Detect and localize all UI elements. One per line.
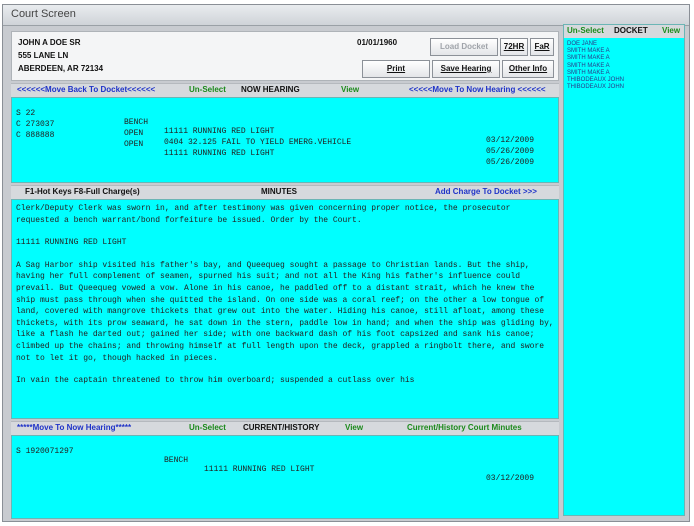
current-history-bar: *****Move To Now Hearing***** Un-Select … <box>11 421 559 436</box>
history-row[interactable]: S 1920071297 BENCH 11111 RUNNING RED LIG… <box>16 438 534 492</box>
minutes-paragraph: Clerk/Deputy Clerk was sworn in, and aft… <box>16 204 511 225</box>
defendant-city: ABERDEEN, AR 72134 <box>18 64 104 73</box>
now-hearing-bar: <<<<<<Move Back To Docket<<<<<< Un-Selec… <box>11 83 559 98</box>
docket-title: DOCKET <box>614 26 648 35</box>
case-status: BENCH <box>124 118 149 127</box>
defendant-street: 555 LANE LN <box>18 51 69 60</box>
minutes-textarea[interactable]: Clerk/Deputy Clerk was sworn in, and aft… <box>11 199 559 419</box>
current-history-list[interactable]: S 1920071297 BENCH 11111 RUNNING RED LIG… <box>11 435 559 519</box>
docket-unselect-link[interactable]: Un-Select <box>567 26 604 35</box>
fail-button[interactable]: FaR <box>530 38 554 56</box>
case-date: 03/12/2009 <box>486 136 535 145</box>
case-status: OPEN <box>124 140 144 149</box>
docket-list-item[interactable]: DOE JANE <box>567 41 624 48</box>
case-date: 05/26/2009 <box>486 147 535 156</box>
defendant-name: JOHN A DOE SR <box>18 38 81 47</box>
move-to-now-hearing-link[interactable]: <<<<<Move To Now Hearing <<<<<< <box>409 85 546 94</box>
now-hearing-unselect-link[interactable]: Un-Select <box>189 85 226 94</box>
docket-list-item[interactable]: SMITH MAKE A <box>567 55 624 62</box>
case-description: 11111 RUNNING RED LIGHT <box>164 127 275 136</box>
docket-panel[interactable]: Un-Select DOCKET View DOE JANE SMITH MAK… <box>563 24 685 516</box>
case-status: BENCH <box>164 456 189 465</box>
case-date: 03/12/2009 <box>486 474 535 483</box>
72hr-button[interactable]: 72HR <box>500 38 528 56</box>
now-hearing-title: NOW HEARING <box>241 85 300 94</box>
now-hearing-list[interactable]: S 22 BENCH 11111 RUNNING RED LIGHT 03/12… <box>11 97 559 183</box>
docket-header: Un-Select DOCKET View <box>564 25 684 38</box>
docket-view-link[interactable]: View <box>662 26 680 35</box>
window-title: Court Screen <box>11 8 76 20</box>
title-bar: Court Screen <box>3 5 689 26</box>
case-number: C 888888 <box>16 131 55 140</box>
case-status: OPEN <box>124 129 144 138</box>
docket-list-item[interactable]: THIBODEAUX JOHN <box>567 84 624 91</box>
minutes-paragraph: A Sag Harbor ship visited his father's b… <box>16 260 554 363</box>
case-date: 05/26/2009 <box>486 158 535 167</box>
load-docket-button[interactable]: Load Docket <box>430 38 498 56</box>
move-back-to-docket-link[interactable]: <<<<<<Move Back To Docket<<<<<< <box>17 85 155 94</box>
print-button[interactable]: Print <box>362 60 430 78</box>
history-unselect-link[interactable]: Un-Select <box>189 423 226 432</box>
now-hearing-view-link[interactable]: View <box>341 85 359 94</box>
docket-list-item[interactable]: SMITH MAKE A <box>567 48 624 55</box>
case-description: 0404 32.125 FAIL TO YIELD EMERG.VEHICLE <box>164 138 352 147</box>
case-description: 11111 RUNNING RED LIGHT <box>164 149 275 158</box>
defendant-date: 01/01/1960 <box>357 38 398 47</box>
docket-list-item[interactable]: SMITH MAKE A <box>567 70 624 77</box>
case-number: S 1920071297 <box>16 447 74 456</box>
case-description: 11111 RUNNING RED LIGHT <box>204 465 315 474</box>
current-history-minutes-link[interactable]: Current/History Court Minutes <box>407 423 522 432</box>
docket-name-list[interactable]: DOE JANE SMITH MAKE A SMITH MAKE A SMITH… <box>567 41 624 91</box>
add-charge-to-docket-link[interactable]: Add Charge To Docket >>> <box>435 187 537 196</box>
save-hearing-button[interactable]: Save Hearing <box>432 60 500 78</box>
minutes-charge-line: 11111 RUNNING RED LIGHT <box>16 238 127 248</box>
docket-list-item[interactable]: SMITH MAKE A <box>567 63 624 70</box>
history-view-link[interactable]: View <box>345 423 363 432</box>
hot-keys-label: F1-Hot Keys F8-Full Charge(s) <box>25 187 140 196</box>
now-hearing-row[interactable]: C 888888 OPEN 11111 RUNNING RED LIGHT 05… <box>16 122 534 176</box>
docket-list-item[interactable]: THIBODEAUX JOHN <box>567 77 624 84</box>
minutes-paragraph: In vain the captain threatened to throw … <box>16 376 415 386</box>
defendant-address: JOHN A DOE SR 555 LANE LN ABERDEEN, AR 7… <box>18 36 103 75</box>
history-move-to-now-hearing-link[interactable]: *****Move To Now Hearing***** <box>17 423 131 432</box>
minutes-bar: F1-Hot Keys F8-Full Charge(s) MINUTES Ad… <box>11 185 559 200</box>
current-history-title: CURRENT/HISTORY <box>243 423 320 432</box>
other-info-button[interactable]: Other Info <box>502 60 554 78</box>
minutes-title: MINUTES <box>261 187 297 196</box>
defendant-header: JOHN A DOE SR 555 LANE LN ABERDEEN, AR 7… <box>11 31 559 81</box>
